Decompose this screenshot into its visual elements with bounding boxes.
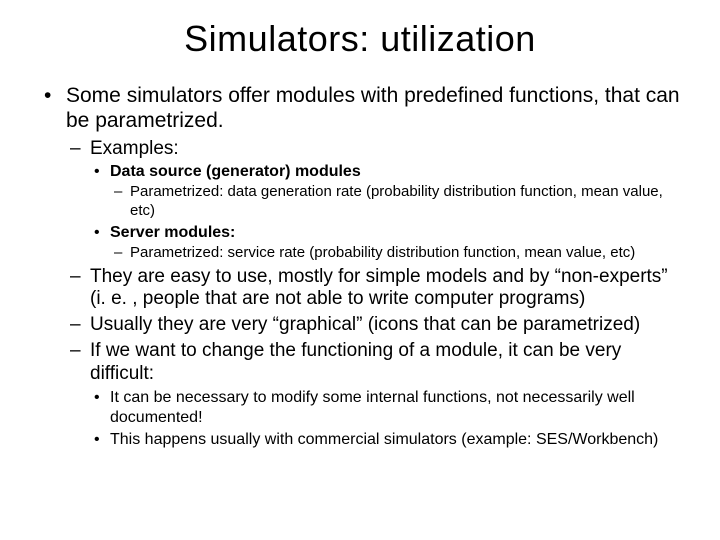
bullet-text: They are easy to use, mostly for simple … (90, 266, 668, 310)
bullet-list-l3: Data source (generator) modules Parametr… (90, 162, 680, 262)
bullet-list-l2: Examples: Data source (generator) module… (66, 138, 680, 450)
bullet-l3: This happens usually with commercial sim… (90, 430, 680, 450)
bullet-text: Parametrized: data generation rate (prob… (130, 183, 663, 219)
bullet-l3: It can be necessary to modify some inter… (90, 388, 680, 428)
bullet-text: This happens usually with commercial sim… (110, 431, 658, 448)
bullet-text: It can be necessary to modify some inter… (110, 389, 635, 426)
slide-title: Simulators: utilization (40, 18, 680, 60)
bullet-l4: Parametrized: data generation rate (prob… (110, 183, 680, 221)
bullet-text: Usually they are very “graphical” (icons… (90, 314, 640, 335)
bullet-l2: If we want to change the functioning of … (66, 340, 680, 450)
bullet-list-l4: Parametrized: service rate (probability … (110, 244, 680, 263)
bullet-text: Data source (generator) modules (110, 163, 361, 180)
bullet-l1: Some simulators offer modules with prede… (40, 84, 680, 450)
bullet-l4: Parametrized: service rate (probability … (110, 244, 680, 263)
bullet-l3: Server modules: Parametrized: service ra… (90, 223, 680, 263)
bullet-list-l3: It can be necessary to modify some inter… (90, 388, 680, 450)
bullet-l2: Examples: Data source (generator) module… (66, 138, 680, 263)
bullet-text: Server modules: (110, 224, 235, 241)
bullet-text: Examples: (90, 138, 179, 159)
bullet-text: Parametrized: service rate (probability … (130, 244, 635, 261)
bullet-l2: They are easy to use, mostly for simple … (66, 266, 680, 312)
bullet-text: Some simulators offer modules with prede… (66, 84, 680, 132)
bullet-l3: Data source (generator) modules Parametr… (90, 162, 680, 221)
bullet-l2: Usually they are very “graphical” (icons… (66, 314, 680, 337)
bullet-list: Some simulators offer modules with prede… (40, 84, 680, 450)
bullet-list-l4: Parametrized: data generation rate (prob… (110, 183, 680, 221)
slide: Simulators: utilization Some simulators … (0, 0, 720, 540)
bullet-text: If we want to change the functioning of … (90, 340, 621, 384)
